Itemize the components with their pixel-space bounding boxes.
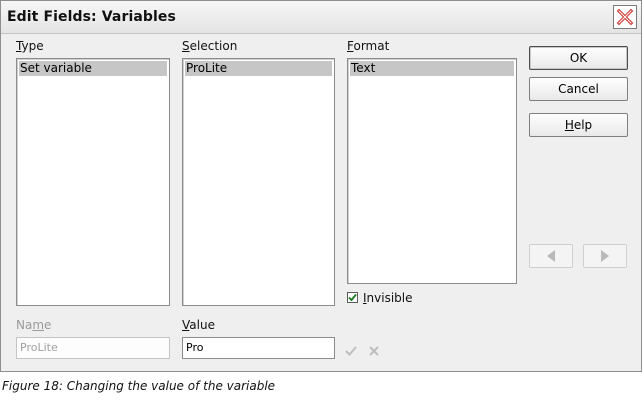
format-list[interactable]: Text (347, 58, 517, 284)
figure-caption: Figure 18: Changing the value of the var… (2, 379, 276, 393)
name-label: Name (16, 318, 52, 332)
close-button[interactable] (613, 5, 637, 29)
format-label: Format (347, 39, 390, 53)
checkmark-icon (345, 346, 357, 356)
window-title: Edit Fields: Variables (7, 9, 176, 25)
arrow-left-icon (547, 250, 555, 262)
delete-button[interactable] (367, 344, 381, 358)
apply-button[interactable] (344, 344, 358, 358)
invisible-checkbox[interactable] (347, 292, 358, 303)
ok-button[interactable]: OK (529, 46, 628, 70)
value-field[interactable]: Pro (182, 337, 335, 359)
value-label: Value (182, 318, 215, 332)
name-field[interactable]: ProLite (16, 337, 170, 359)
type-list-item-set-variable[interactable]: Set variable (19, 61, 167, 76)
selection-label: Selection (182, 39, 238, 53)
checkmark-icon (348, 293, 357, 302)
type-label: Type (16, 39, 44, 53)
type-list[interactable]: Set variable (16, 58, 170, 306)
help-button[interactable]: Help (529, 113, 628, 137)
edit-fields-dialog: Edit Fields: Variables Type Set variable… (0, 0, 642, 372)
delete-icon (369, 346, 379, 356)
format-list-item-text[interactable]: Text (350, 61, 514, 76)
selection-list[interactable]: ProLite (182, 58, 335, 306)
title-bar: Edit Fields: Variables (1, 1, 641, 34)
selection-list-item-prolite[interactable]: ProLite (185, 61, 332, 76)
previous-button[interactable] (529, 244, 573, 268)
close-icon (616, 8, 634, 26)
arrow-right-icon (601, 250, 609, 262)
next-button[interactable] (583, 244, 627, 268)
cancel-button[interactable]: Cancel (529, 77, 628, 101)
invisible-label[interactable]: Invisible (363, 291, 413, 305)
